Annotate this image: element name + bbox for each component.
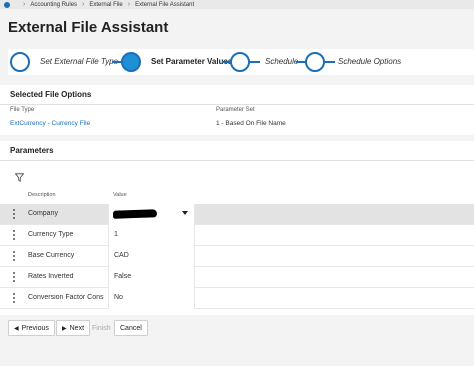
parameter-set-value: 1 - Based On File Name [216,120,286,127]
wizard-footer: ◀ Previous ▶ Next Finish Cancel [0,316,474,342]
parameter-value: No [114,294,123,301]
breadcrumb: › Accounting Rules › External File › Ext… [0,0,474,9]
selected-file-options-panel: Selected File Options File Type ExtCurre… [0,85,474,135]
parameter-description: Company [28,210,58,217]
chevron-down-icon[interactable] [182,211,188,215]
next-label: Next [69,324,85,332]
redacted-value [112,209,158,219]
step-1-indicator[interactable] [10,52,30,72]
cancel-button[interactable]: Cancel [114,320,148,336]
table-row[interactable]: Base Currency CAD [0,246,474,267]
breadcrumb-item-external-file[interactable]: External File [89,2,122,8]
step-2-label[interactable]: Set Parameter Values [151,57,232,66]
parameter-description: Rates Inverted [28,273,74,280]
parameter-set-label: Parameter Set [216,107,255,113]
row-menu-icon[interactable] [12,251,16,261]
breadcrumb-item-external-file-assistant: External File Assistant [135,1,195,8]
parameter-value-cell[interactable]: No [108,288,195,309]
parameter-value-cell[interactable]: False [108,267,195,288]
section-header: Parameters [0,141,474,161]
filter-icon[interactable] [14,169,25,187]
step-connector [248,61,260,63]
cancel-label: Cancel [120,324,142,332]
file-type-link[interactable]: ExtCurrency - Currency File [10,120,90,127]
column-header-value[interactable]: Value [113,192,127,198]
home-icon[interactable] [4,1,10,8]
previous-button[interactable]: ◀ Previous [8,320,55,336]
step-4-indicator[interactable] [305,52,325,72]
row-menu-icon[interactable] [12,230,16,240]
column-header-description[interactable]: Description [28,192,56,198]
chevron-right-icon: › [23,1,26,8]
step-4-label[interactable]: Schedule Options [338,57,401,66]
parameter-description: Base Currency [28,252,75,259]
step-2-indicator[interactable] [121,52,141,72]
row-menu-icon[interactable] [12,209,16,219]
table-row[interactable]: Currency Type 1 [0,225,474,246]
parameters-panel: Parameters Description Value Company Cur… [0,141,474,315]
table-row[interactable]: Conversion Factor Considered No [0,288,474,309]
step-connector [222,61,230,63]
wizard-steps: Set External File Type Set Parameter Val… [8,49,474,75]
parameter-description: Currency Type [28,231,74,238]
parameter-value: 1 [114,231,118,238]
chevron-right-icon: › [82,1,85,8]
row-menu-icon[interactable] [12,293,16,303]
step-3-label[interactable]: Schedule [265,57,298,66]
parameter-value: False [114,273,132,280]
step-3-indicator[interactable] [230,52,250,72]
row-menu-icon[interactable] [12,272,16,282]
finish-label: Finish [92,324,111,332]
company-select[interactable] [108,204,195,225]
table-row[interactable]: Rates Inverted False [0,267,474,288]
table-row[interactable]: Company [0,204,474,225]
step-connector [323,61,335,63]
step-1-label[interactable]: Set External File Type [40,57,118,66]
parameter-description: Conversion Factor Considered [28,294,104,301]
chevron-right-icon: › [127,1,131,8]
previous-label: Previous [21,324,49,332]
finish-button[interactable]: Finish [86,320,117,336]
chevron-right-icon: ▶ [62,325,67,332]
chevron-left-icon: ◀ [14,325,19,332]
breadcrumb-item-accounting-rules[interactable]: Accounting Rules [30,2,77,8]
parameter-value-cell[interactable]: 1 [108,225,195,246]
next-button[interactable]: ▶ Next [56,320,91,336]
section-header: Selected File Options [0,85,474,105]
file-type-label: File Type [10,107,35,113]
parameter-value-cell[interactable]: CAD [108,246,195,267]
page-title: External File Assistant [8,19,169,36]
parameter-value: CAD [114,252,129,259]
